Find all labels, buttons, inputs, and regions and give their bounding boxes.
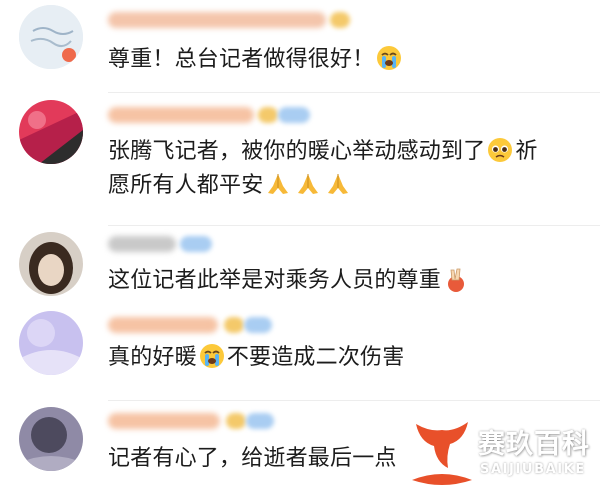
watermark-subtitle: SAIJIUBAIKE xyxy=(480,462,586,477)
comment-body: 真的好暖 xyxy=(108,345,197,370)
user-badge xyxy=(224,317,244,333)
avatar-image xyxy=(19,232,83,296)
whale-tail-logo-icon xyxy=(412,422,472,485)
comment-text: 尊重！总台记者做得很好！ xyxy=(108,43,404,77)
username-hidden[interactable] xyxy=(108,317,218,333)
comment-text: 记者有心了，给逝者最后一点 xyxy=(108,442,397,476)
username-hidden[interactable] xyxy=(108,12,326,28)
comment-text: 张腾飞记者，被你的暖心举动感动到了 祈 xyxy=(108,135,538,169)
praying-hands-emoji xyxy=(298,174,319,194)
comment-body: 张腾飞记者，被你的暖心举动感动到了 xyxy=(108,139,486,164)
comment-body: 记者有心了，给逝者最后一点 xyxy=(108,446,397,471)
praying-hands-emoji xyxy=(268,174,289,194)
comment-item: 这位记者此举是对乘务人员的尊重 xyxy=(0,226,600,304)
crying-face-emoji xyxy=(199,344,224,368)
comment-body: 愿所有人都平安 xyxy=(108,173,264,198)
comment-body: 尊重！总台记者做得很好！ xyxy=(108,47,375,72)
username-hidden[interactable] xyxy=(108,236,176,252)
username-hidden[interactable] xyxy=(108,413,220,429)
watermark: 赛玖百科 SAIJIUBAIKE xyxy=(408,410,600,496)
avatar[interactable] xyxy=(19,100,83,164)
hand-emoji xyxy=(448,268,465,292)
comment-item: 尊重！总台记者做得很好！ xyxy=(0,0,600,92)
user-badge xyxy=(180,236,212,252)
avatar[interactable] xyxy=(19,5,83,69)
praying-hands-emoji xyxy=(328,174,349,194)
watermark-title: 赛玖百科 xyxy=(478,429,590,460)
avatar[interactable] xyxy=(19,311,83,375)
user-badge xyxy=(244,317,272,333)
comment-body-tail: 不要造成二次伤害 xyxy=(226,345,405,370)
username-hidden[interactable] xyxy=(108,107,254,123)
user-badge xyxy=(278,107,310,123)
comment-item: 张腾飞记者，被你的暖心举动感动到了 祈 愿所有人都平安 xyxy=(0,93,600,225)
avatar-image xyxy=(19,407,83,471)
avatar[interactable] xyxy=(19,232,83,296)
comment-text-line2: 愿所有人都平安 xyxy=(108,169,353,203)
avatar-image xyxy=(19,5,83,69)
user-badge xyxy=(330,12,350,28)
comment-text: 这位记者此举是对乘务人员的尊重 xyxy=(108,264,471,298)
user-badge xyxy=(246,413,274,429)
comment-body-tail: 祈 xyxy=(515,139,538,164)
comment-body: 这位记者此举是对乘务人员的尊重 xyxy=(108,268,442,293)
avatar[interactable] xyxy=(19,407,83,471)
avatar-image xyxy=(19,100,83,164)
comment-text: 真的好暖 不要造成二次伤害 xyxy=(108,341,404,375)
crying-face-emoji xyxy=(377,46,402,70)
avatar-image xyxy=(19,311,83,375)
comment-item: 真的好暖 不要造成二次伤害 xyxy=(0,305,600,400)
pleading-face-emoji xyxy=(488,138,513,162)
user-badge xyxy=(226,413,246,429)
user-badge xyxy=(258,107,278,123)
